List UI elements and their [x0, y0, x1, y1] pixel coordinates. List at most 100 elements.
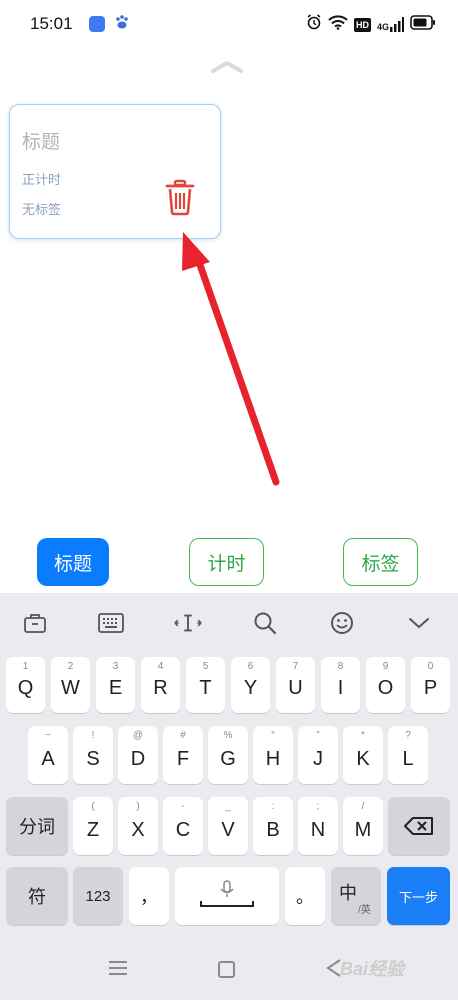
lang-sub-label: /英 [358, 905, 371, 916]
key-a[interactable]: ~ A [28, 726, 68, 784]
comma-key[interactable]: ， [129, 867, 169, 925]
key-v[interactable]: _ V [208, 797, 248, 855]
mode-tag-button[interactable]: 标签 [343, 538, 418, 586]
battery-icon [410, 14, 436, 35]
space-mic-icon [175, 867, 279, 925]
key-r[interactable]: 4R [141, 657, 180, 713]
key-hint: ~ [45, 730, 51, 741]
trash-icon[interactable] [165, 178, 195, 216]
symbols-key[interactable]: 符 [6, 867, 68, 925]
key-n[interactable]: ; N [298, 797, 338, 855]
next-step-button[interactable]: 下一步 [387, 867, 450, 925]
key-letter: V [221, 819, 235, 841]
mode-title-button[interactable]: 标题 [37, 538, 109, 586]
key-hint: # [180, 730, 186, 741]
signal-icon: 4G [377, 17, 404, 32]
key-label: 分词 [19, 817, 55, 837]
key-letter: O [377, 677, 394, 699]
key-l[interactable]: ? L [388, 726, 428, 784]
key-f[interactable]: # F [163, 726, 203, 784]
key-c[interactable]: -C [163, 797, 203, 855]
key-letter: K [356, 748, 370, 770]
key-q[interactable]: 1Q [6, 657, 45, 713]
key-t[interactable]: 5T [186, 657, 225, 713]
key-letter: D [130, 748, 146, 770]
emoji-icon[interactable] [328, 609, 356, 637]
backspace-key[interactable] [388, 797, 450, 855]
collapse-keyboard-icon[interactable] [405, 609, 433, 637]
lang-main-label: 中 [339, 883, 357, 903]
key-hint: ! [91, 730, 95, 741]
cursor-move-icon[interactable] [174, 609, 202, 637]
key-i[interactable]: 8I [321, 657, 360, 713]
key-letter: C [175, 819, 191, 841]
key-hint: 3 [112, 661, 119, 672]
card-title: 标题 [22, 132, 61, 153]
key-letter: B [266, 819, 280, 841]
home-icon[interactable] [218, 961, 235, 978]
keyboard-icon[interactable] [97, 609, 125, 637]
key-hint: ) [136, 801, 140, 812]
key-letter: T [199, 677, 212, 699]
key-hint: ( [91, 801, 95, 812]
key-letter: Q [17, 677, 34, 699]
key-letter: M [354, 819, 372, 841]
space-key[interactable] [175, 867, 279, 925]
key-letter: I [337, 677, 344, 699]
toolbox-icon[interactable] [21, 609, 49, 637]
key-p[interactable]: 0P [411, 657, 450, 713]
key-letter: Z [86, 819, 100, 841]
status-bar: 15:01 HD 4G [0, 0, 458, 50]
key-hint: * [361, 730, 365, 741]
key-m[interactable]: / M [343, 797, 383, 855]
key-j[interactable]: ” J [298, 726, 338, 784]
key-label: 下一步 [398, 889, 438, 905]
key-hint: 2 [67, 661, 74, 672]
fenci-key[interactable]: 分词 [6, 797, 68, 855]
key-g[interactable]: % G [208, 726, 248, 784]
mode-timer-button[interactable]: 计时 [189, 538, 264, 586]
key-b[interactable]: :B [253, 797, 293, 855]
key-hint: : [271, 801, 275, 812]
watermark: Bai经验 [340, 959, 405, 979]
key-z[interactable]: (Z [73, 797, 113, 855]
wifi-icon [328, 14, 348, 35]
key-d[interactable]: @ D [118, 726, 158, 784]
collapse-handle-icon[interactable] [210, 60, 244, 79]
menu-icon[interactable] [108, 958, 128, 983]
key-k[interactable]: * K [343, 726, 383, 784]
key-u[interactable]: 7U [276, 657, 315, 713]
key-letter: F [176, 748, 190, 770]
numbers-key[interactable]: 123 [73, 867, 123, 925]
key-x[interactable]: ) X [118, 797, 158, 855]
hd-badge: HD [353, 17, 371, 32]
key-letter: H [265, 748, 281, 770]
key-hint: ? [405, 730, 411, 741]
key-letter: L [402, 748, 414, 770]
search-icon[interactable] [251, 609, 279, 637]
period-key[interactable]: 。 [285, 867, 325, 925]
key-o[interactable]: 9O [366, 657, 405, 713]
key-hint: 7 [292, 661, 299, 672]
alarm-icon [306, 14, 322, 35]
item-card[interactable]: 标题 正计时 无标签 [9, 104, 221, 239]
key-letter: A [41, 748, 55, 770]
key-hint: 8 [337, 661, 344, 672]
status-time: 15:01 [30, 14, 73, 33]
key-letter: J [313, 748, 323, 770]
key-hint: ” [316, 730, 320, 741]
key-h[interactable]: “H [253, 726, 293, 784]
card-tag-label: 无标签 [22, 202, 62, 217]
language-switch-key[interactable]: 中 /英 [331, 867, 381, 925]
key-e[interactable]: 3E [96, 657, 135, 713]
key-hint: @ [132, 730, 144, 741]
key-letter: Y [243, 677, 258, 699]
key-w[interactable]: 2W [51, 657, 90, 713]
key-y[interactable]: 6Y [231, 657, 270, 713]
key-letter: G [220, 748, 236, 770]
key-letter: R [153, 677, 168, 699]
key-hint: 0 [427, 661, 434, 672]
key-hint: 6 [247, 661, 254, 672]
key-hint: % [223, 730, 233, 741]
key-s[interactable]: ! S [73, 726, 113, 784]
